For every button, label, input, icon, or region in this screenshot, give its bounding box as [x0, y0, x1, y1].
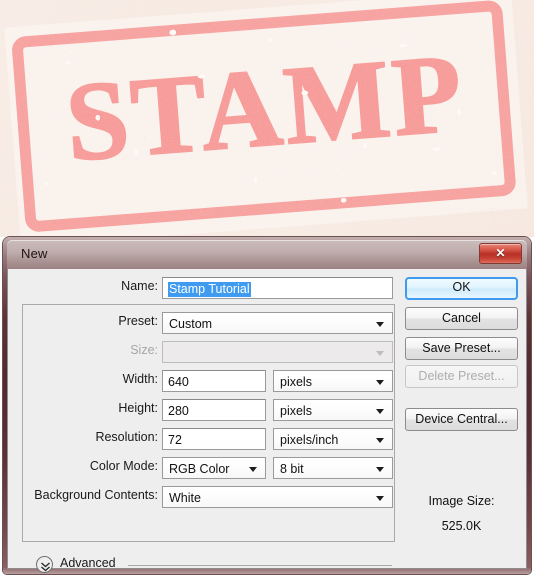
chevron-down-icon — [376, 409, 384, 414]
preset-value: Custom — [169, 317, 213, 331]
name-label: Name: — [121, 279, 158, 293]
dialog-title: New — [21, 246, 48, 261]
resolution-unit-dropdown[interactable]: pixels/inch — [273, 428, 393, 450]
preset-dropdown[interactable]: Custom — [162, 312, 393, 334]
width-label: Width: — [122, 372, 158, 386]
dialog-titlebar[interactable]: New ✕ — [7, 240, 527, 269]
preset-row: Preset: Custom — [8, 312, 393, 334]
close-icon: ✕ — [495, 246, 506, 260]
chevron-down-icon — [376, 496, 384, 501]
name-row: Name: Stamp Tutorial — [8, 277, 393, 299]
width-unit-value: pixels — [280, 375, 312, 389]
color-mode-value: RGB Color — [169, 462, 230, 476]
color-mode-row: Color Mode: RGB Color 8 bit — [8, 457, 393, 479]
size-label: Size: — [130, 343, 158, 357]
height-input[interactable]: 280 — [162, 399, 266, 421]
resolution-label: Resolution: — [95, 430, 158, 444]
preset-label: Preset: — [118, 314, 158, 328]
save-preset-button[interactable]: Save Preset... — [405, 337, 518, 360]
color-depth-value: 8 bit — [280, 462, 304, 476]
background-contents-row: Background Contents: White — [8, 486, 393, 508]
chevron-down-icon — [376, 438, 384, 443]
height-unit-dropdown[interactable]: pixels — [273, 399, 393, 421]
color-mode-dropdown[interactable]: RGB Color — [162, 457, 266, 479]
advanced-disclosure-row[interactable]: Advanced — [36, 555, 392, 575]
chevron-down-icon — [376, 467, 384, 472]
size-dropdown — [162, 341, 393, 363]
close-button[interactable]: ✕ — [479, 243, 522, 264]
resolution-row: Resolution: 72 pixels/inch — [8, 428, 393, 450]
chevron-down-icon — [376, 351, 384, 356]
width-unit-dropdown[interactable]: pixels — [273, 370, 393, 392]
advanced-divider — [128, 565, 392, 566]
image-size-label: Image Size: — [428, 494, 495, 508]
height-unit-value: pixels — [280, 404, 312, 418]
name-input-value: Stamp Tutorial — [168, 282, 251, 297]
height-row: Height: 280 pixels — [8, 399, 393, 421]
delete-preset-button: Delete Preset... — [405, 365, 518, 388]
cancel-button[interactable]: Cancel — [405, 307, 518, 330]
width-row: Width: 640 pixels — [8, 370, 393, 392]
chevron-down-icon — [376, 380, 384, 385]
background-contents-dropdown[interactable]: White — [162, 486, 393, 508]
resolution-input[interactable]: 72 — [162, 428, 266, 450]
ok-button[interactable]: OK — [405, 277, 518, 300]
background-contents-label: Background Contents: — [34, 488, 158, 502]
stamp-image-canvas: STAMP — [0, 0, 534, 237]
stamp-graphic: STAMP — [4, 0, 528, 237]
resolution-unit-value: pixels/inch — [280, 433, 339, 447]
color-depth-dropdown[interactable]: 8 bit — [273, 457, 393, 479]
device-central-button[interactable]: Device Central... — [405, 408, 518, 431]
background-contents-value: White — [169, 491, 201, 505]
width-input[interactable]: 640 — [162, 370, 266, 392]
chevron-down-icon — [376, 322, 384, 327]
advanced-label: Advanced — [60, 556, 116, 570]
height-label: Height: — [118, 401, 158, 415]
chevron-double-down-icon[interactable] — [36, 556, 53, 573]
image-size-value: 525.0K — [441, 519, 482, 533]
name-input[interactable]: Stamp Tutorial — [162, 277, 393, 299]
new-document-dialog: New ✕ Name: Stamp Tutorial Preset: Custo… — [3, 237, 531, 574]
color-mode-label: Color Mode: — [89, 459, 158, 473]
size-row: Size: — [8, 341, 393, 363]
chevron-down-icon — [249, 467, 257, 472]
